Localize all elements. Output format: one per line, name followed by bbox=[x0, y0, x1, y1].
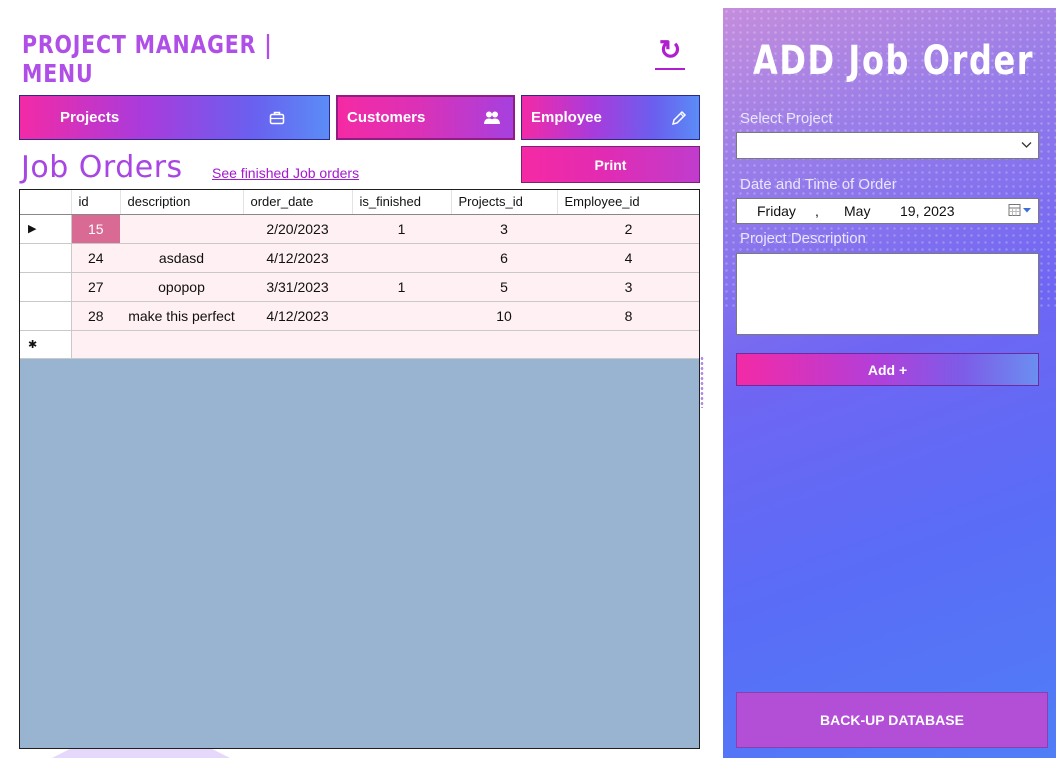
date-label: Date and Time of Order bbox=[740, 176, 897, 193]
table-cell[interactable]: 1 bbox=[352, 214, 451, 244]
table-cell[interactable]: 2/20/2023 bbox=[243, 214, 352, 244]
date-day-year[interactable]: 19, 2023 bbox=[900, 203, 955, 219]
app-title: PROJECT MANAGER | MENU bbox=[22, 30, 273, 88]
table-cell[interactable]: 4/12/2023 bbox=[243, 243, 352, 273]
table-cell[interactable]: 3/31/2023 bbox=[243, 272, 352, 302]
print-button[interactable]: Print bbox=[521, 146, 700, 183]
current-row-marker[interactable]: ▶ bbox=[20, 214, 72, 244]
table-cell[interactable]: 6 bbox=[451, 243, 557, 273]
table-cell[interactable]: make this perfect bbox=[120, 301, 243, 331]
order-date-picker[interactable]: Friday , May 19, 2023 bbox=[736, 198, 1039, 224]
table-cell[interactable]: 1 bbox=[352, 272, 451, 302]
table-cell[interactable]: 28 bbox=[71, 301, 120, 331]
description-label: Project Description bbox=[740, 230, 866, 247]
table-row[interactable]: 28 make this perfect 4/12/2023 10 8 bbox=[20, 301, 699, 331]
table-cell[interactable]: opopop bbox=[120, 272, 243, 302]
calendar-icon[interactable] bbox=[1008, 203, 1031, 217]
refresh-icon: ↻ bbox=[658, 35, 682, 65]
employee-button-label: Employee bbox=[531, 109, 602, 126]
refresh-button[interactable]: ↻ bbox=[653, 36, 687, 72]
employee-button[interactable]: Employee bbox=[521, 95, 700, 140]
column-header[interactable]: Projects_id bbox=[451, 190, 558, 215]
column-header[interactable]: is_finished bbox=[352, 190, 452, 215]
table-cell[interactable]: 3 bbox=[557, 272, 699, 302]
app-title-line2: MENU bbox=[22, 59, 94, 88]
column-header[interactable]: order_date bbox=[243, 190, 353, 215]
select-project-label: Select Project bbox=[740, 110, 833, 127]
projects-button[interactable]: Projects bbox=[19, 95, 330, 140]
table-cell[interactable]: 5 bbox=[451, 272, 557, 302]
column-header[interactable]: id bbox=[71, 190, 121, 215]
date-separator: , bbox=[815, 203, 819, 219]
refresh-underline bbox=[655, 68, 685, 70]
table-row[interactable]: 27 opopop 3/31/2023 1 5 3 bbox=[20, 272, 699, 302]
new-row-cell[interactable] bbox=[352, 330, 451, 359]
table-cell[interactable] bbox=[352, 301, 451, 331]
add-job-order-panel: ADD Job Order Select Project Date and Ti… bbox=[723, 8, 1056, 758]
table-cell[interactable] bbox=[120, 214, 243, 244]
table-cell[interactable]: 8 bbox=[557, 301, 699, 331]
customers-button[interactable]: Customers bbox=[336, 95, 515, 140]
app-title-line1: PROJECT MANAGER | bbox=[22, 30, 273, 59]
decorative-shape bbox=[52, 749, 230, 758]
table-cell[interactable]: 3 bbox=[451, 214, 557, 244]
table-cell[interactable]: 2 bbox=[557, 214, 699, 244]
row-header[interactable] bbox=[20, 272, 72, 302]
customers-button-label: Customers bbox=[347, 109, 426, 126]
column-header[interactable]: description bbox=[120, 190, 244, 215]
backup-database-button[interactable]: BACK-UP DATABASE bbox=[736, 692, 1048, 748]
grid-corner-header bbox=[20, 190, 72, 215]
new-row-cell[interactable] bbox=[243, 330, 352, 359]
job-orders-title: Job Orders bbox=[21, 150, 183, 185]
grid-header-row: id description order_date is_finished Pr… bbox=[20, 190, 699, 215]
chevron-down-icon bbox=[1021, 138, 1032, 152]
job-orders-table: id description order_date is_finished Pr… bbox=[20, 190, 699, 359]
date-month[interactable]: May bbox=[844, 203, 870, 219]
panel-title: ADD Job Order bbox=[753, 38, 1035, 84]
new-row[interactable]: ✱ bbox=[20, 330, 699, 359]
new-row-cell[interactable] bbox=[451, 330, 557, 359]
table-cell[interactable]: 4/12/2023 bbox=[243, 301, 352, 331]
table-row[interactable]: 24 asdasd 4/12/2023 6 4 bbox=[20, 243, 699, 273]
new-row-cell[interactable] bbox=[120, 330, 243, 359]
row-header[interactable] bbox=[20, 301, 72, 331]
table-cell[interactable]: 15 bbox=[71, 214, 120, 244]
see-finished-link[interactable]: See finished Job orders bbox=[212, 165, 359, 181]
table-row[interactable]: ▶ 15 2/20/2023 1 3 2 bbox=[20, 214, 699, 244]
table-cell[interactable]: asdasd bbox=[120, 243, 243, 273]
add-button[interactable]: Add + bbox=[736, 353, 1039, 386]
row-header[interactable] bbox=[20, 243, 72, 273]
new-row-cell[interactable] bbox=[71, 330, 120, 359]
splitter-handle[interactable] bbox=[700, 356, 704, 408]
project-description-input[interactable] bbox=[736, 253, 1039, 335]
job-orders-grid[interactable]: id description order_date is_finished Pr… bbox=[19, 189, 700, 749]
date-weekday[interactable]: Friday bbox=[757, 203, 796, 219]
projects-button-label: Projects bbox=[60, 109, 120, 126]
briefcase-icon bbox=[269, 111, 285, 125]
new-row-marker[interactable]: ✱ bbox=[20, 330, 72, 359]
select-project-dropdown[interactable] bbox=[736, 132, 1039, 159]
people-icon bbox=[483, 110, 501, 125]
pencil-icon bbox=[671, 110, 687, 126]
table-cell[interactable]: 27 bbox=[71, 272, 120, 302]
table-cell[interactable]: 10 bbox=[451, 301, 557, 331]
table-cell[interactable]: 4 bbox=[557, 243, 699, 273]
column-header[interactable]: Employee_id bbox=[557, 190, 699, 215]
table-cell[interactable]: 24 bbox=[71, 243, 120, 273]
new-row-cell[interactable] bbox=[557, 330, 699, 359]
table-cell[interactable] bbox=[352, 243, 451, 273]
